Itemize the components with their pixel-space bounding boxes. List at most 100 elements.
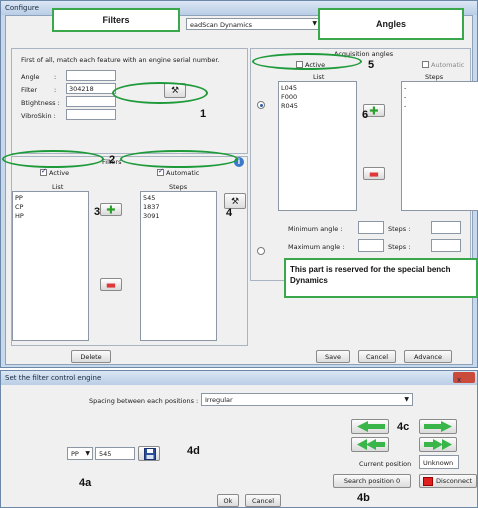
chevron-down-icon: ▼ — [312, 20, 317, 27]
angles-automatic-label: Automatic — [431, 61, 465, 69]
filters-automatic-checkbox[interactable]: Automatic — [157, 167, 200, 177]
callout-number-4d: 4d — [187, 445, 200, 457]
filter-sep: : — [54, 86, 57, 94]
list-item[interactable]: 545 — [143, 194, 155, 202]
bench-combo[interactable]: eadScan Dynamics ▼ — [186, 18, 320, 30]
ok-button[interactable]: Ok — [217, 494, 239, 507]
angles-steps-header: Steps — [425, 73, 444, 81]
callout-number-4a: 4a — [79, 477, 92, 489]
list-item[interactable]: - — [404, 93, 406, 101]
status-red-indicator-icon — [423, 477, 433, 486]
save-button[interactable]: Save — [316, 350, 350, 363]
list-item[interactable]: F000 — [281, 93, 297, 101]
filter-field[interactable]: 304218 — [66, 83, 116, 94]
steps-label-2: Steps : — [388, 243, 411, 251]
disconnect-button[interactable]: Disconnect — [419, 474, 477, 488]
angles-range-mode-radio[interactable] — [257, 247, 265, 255]
window2-title: Set the filter control engine — [5, 374, 102, 382]
search-position-button[interactable]: Search position 0 — [333, 474, 411, 488]
minus-icon: ▬ — [105, 278, 117, 291]
angles-list[interactable]: L045 F000 R045 — [278, 81, 357, 211]
filter-control-window: Set the filter control engine x Spacing … — [0, 370, 478, 508]
steps-input-value: 545 — [99, 450, 112, 458]
filters-list[interactable]: PP CP HP — [12, 191, 89, 341]
step-forward-button[interactable] — [419, 419, 457, 434]
callout-number-3: 3 — [94, 206, 101, 218]
double-arrow-left-icon — [357, 439, 385, 450]
wrench-icon: ⚒ — [230, 197, 240, 207]
remove-angle-button[interactable]: ▬ — [363, 167, 385, 180]
highlight-ellipse-2a — [2, 150, 104, 168]
filters-active-label: Active — [49, 169, 70, 177]
checkbox-checked-icon — [40, 167, 47, 176]
vibroskin-field[interactable] — [66, 109, 116, 120]
brightness-field[interactable] — [66, 96, 116, 107]
arrow-left-icon — [357, 421, 385, 432]
configure-window: Configure eadScan Dynamics ▼ First of al… — [0, 0, 478, 368]
callout-number-4: 4 — [226, 207, 233, 219]
bench-combo-value: eadScan Dynamics — [190, 21, 253, 29]
cancel2-button[interactable]: Cancel — [245, 494, 281, 507]
filter-field-value: 304218 — [69, 85, 94, 93]
list-item[interactable]: 3091 — [143, 212, 160, 220]
callout-number-6: 6 — [362, 109, 369, 121]
steps-input[interactable]: 545 — [95, 447, 135, 460]
vibroskin-label: VibroSkin : — [21, 112, 56, 120]
angles-list-header: List — [313, 73, 325, 81]
max-steps-field[interactable] — [431, 239, 461, 252]
list-item[interactable]: R045 — [281, 102, 298, 110]
remove-filter-button[interactable]: ▬ — [100, 278, 122, 291]
disconnect-label: Disconnect — [436, 477, 473, 485]
filters-list-header: List — [52, 183, 64, 191]
max-angle-label: Maximum angle : — [288, 243, 345, 251]
list-item[interactable]: HP — [15, 212, 24, 220]
step-back-button[interactable] — [351, 419, 389, 434]
fast-back-button[interactable] — [351, 437, 389, 452]
angle-sep: : — [54, 73, 57, 81]
chevron-down-icon: ▼ — [404, 396, 409, 403]
floppy-disk-icon — [144, 448, 156, 460]
delete-button[interactable]: Delete — [71, 350, 111, 363]
advance-button[interactable]: Advance — [404, 350, 452, 363]
list-item[interactable]: L045 — [281, 84, 297, 92]
max-angle-field[interactable] — [358, 239, 384, 252]
angles-steps-list[interactable]: - - - — [401, 81, 478, 211]
callout-number-1: 1 — [200, 108, 207, 120]
checkbox-checked-icon — [157, 167, 164, 176]
current-position-label: Current position — [359, 460, 412, 468]
filter-label: Filter — [21, 86, 38, 94]
add-filter-button[interactable]: ✚ — [100, 203, 122, 216]
list-item[interactable]: - — [404, 102, 406, 110]
save-position-button[interactable] — [138, 446, 160, 461]
angle-field[interactable] — [66, 70, 116, 81]
reserved-note-box: This part is reserved for the special be… — [284, 258, 478, 298]
highlight-ellipse-1 — [112, 82, 208, 104]
filters-automatic-label: Automatic — [166, 169, 200, 177]
window2-title-bar: Set the filter control engine x — [1, 371, 477, 385]
list-item[interactable]: PP — [15, 194, 23, 202]
double-arrow-right-icon — [424, 439, 452, 450]
angle-label: Angle — [21, 73, 40, 81]
cancel-button[interactable]: Cancel — [358, 350, 396, 363]
filter-select[interactable]: PP ▼ — [67, 447, 93, 460]
current-position-value: Unknown — [423, 459, 454, 467]
steps-label-1: Steps : — [388, 225, 411, 233]
plus-icon: ✚ — [106, 203, 116, 216]
spacing-select[interactable]: Irregular ▼ — [201, 393, 413, 406]
filter-select-value: PP — [71, 450, 79, 458]
min-steps-field[interactable] — [431, 221, 461, 234]
angles-automatic-checkbox[interactable]: Automatic — [422, 61, 464, 69]
close-icon: x — [457, 376, 462, 384]
list-item[interactable]: 1837 — [143, 203, 160, 211]
filters-steps-list[interactable]: 545 1837 3091 — [140, 191, 217, 341]
callout-number-4b: 4b — [357, 492, 370, 504]
close-button[interactable]: x — [453, 372, 475, 384]
fast-forward-button[interactable] — [419, 437, 457, 452]
list-item[interactable]: CP — [15, 203, 23, 211]
list-item[interactable]: - — [404, 84, 406, 92]
minus-icon: ▬ — [368, 167, 380, 180]
min-angle-label: Minimum angle : — [288, 225, 343, 233]
angles-list-mode-radio[interactable] — [257, 101, 265, 109]
min-angle-field[interactable] — [358, 221, 384, 234]
filters-active-checkbox[interactable]: Active — [40, 167, 70, 177]
